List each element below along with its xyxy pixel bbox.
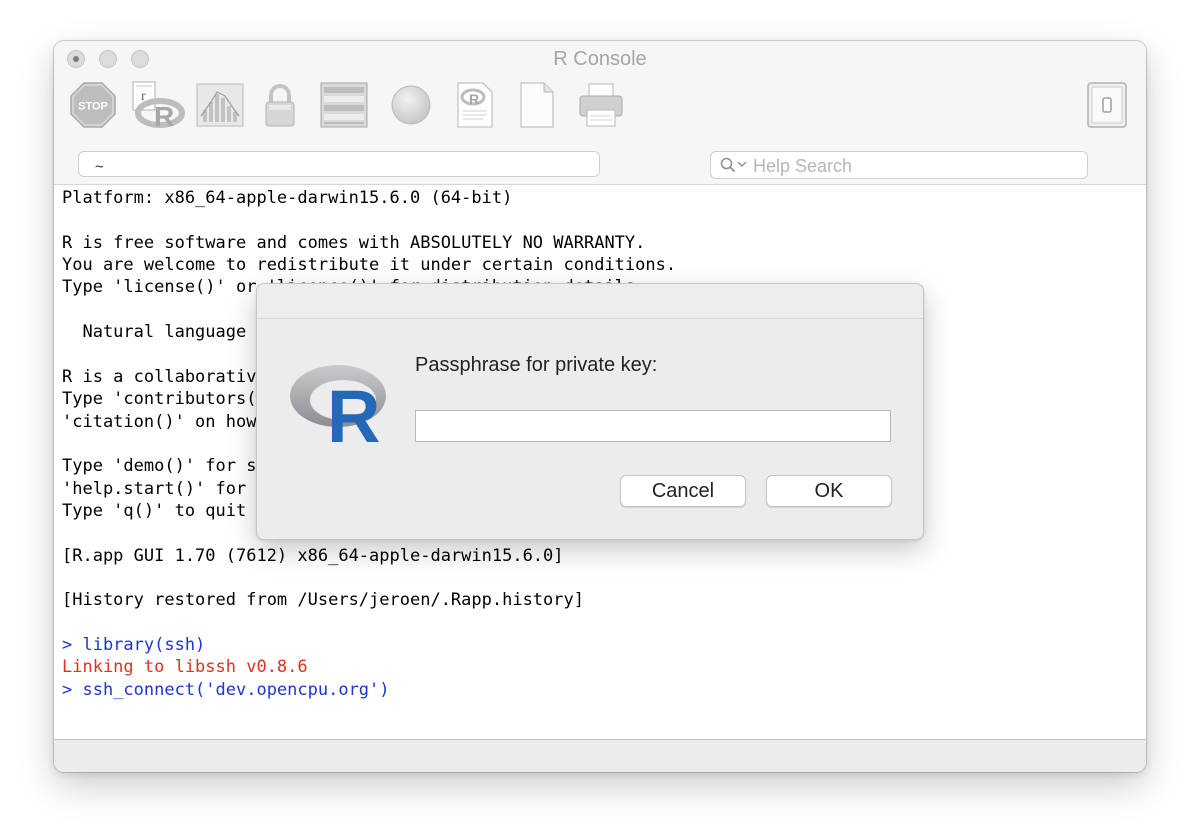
- search-icon: [720, 157, 736, 173]
- source-script-icon: r R: [132, 81, 185, 130]
- titlebar: R Console STOP r R R ~ Help Search: [54, 41, 1146, 185]
- workspace-browser-icon: [320, 82, 368, 128]
- chevron-down-icon: [737, 161, 747, 167]
- print-icon: [579, 83, 623, 127]
- console-line: 'help.start()' for: [62, 478, 247, 499]
- console-line: Platform: x86_64-apple-darwin15.6.0 (64-…: [62, 188, 513, 208]
- console-line: You are welcome to redistribute it under…: [62, 255, 677, 276]
- stop-button[interactable]: STOP: [68, 79, 118, 131]
- new-document-icon: [520, 82, 554, 128]
- new-document-button[interactable]: [516, 79, 558, 131]
- ok-button[interactable]: OK: [766, 475, 892, 507]
- console-line: > library(ssh): [62, 635, 206, 655]
- status-bar: [54, 739, 1146, 772]
- stop-icon: STOP: [70, 82, 116, 128]
- help-document-icon: R: [457, 82, 493, 128]
- working-directory-field[interactable]: [78, 151, 600, 177]
- svg-text:R: R: [154, 101, 174, 130]
- help-search-box[interactable]: [710, 151, 1088, 179]
- circle-icon: [391, 85, 431, 125]
- console-line: Natural language: [62, 322, 247, 343]
- help-search-input[interactable]: [751, 154, 1075, 178]
- quartz-graphics-icon: [196, 83, 244, 127]
- console-line: Type 'q()' to quit: [62, 500, 247, 521]
- console-line: [R.app GUI 1.70 (7612) x86_64-apple-darw…: [62, 545, 564, 566]
- console-line: 'citation()' on how: [62, 411, 257, 432]
- console-line: Type 'contributors(: [62, 389, 257, 410]
- console-line: [History restored from /Users/jeroen/.Ra…: [62, 590, 584, 611]
- circle-button[interactable]: [388, 79, 434, 131]
- console-line: Type 'demo()' for s: [62, 456, 257, 477]
- svg-text:STOP: STOP: [78, 101, 108, 113]
- drawer-toggle-icon: [1087, 82, 1127, 128]
- print-button[interactable]: [576, 79, 626, 131]
- cancel-button[interactable]: Cancel: [620, 475, 746, 507]
- passphrase-input[interactable]: [415, 410, 891, 442]
- console-line: > ssh_connect('dev.opencpu.org'): [62, 679, 390, 700]
- svg-text:R: R: [469, 91, 479, 107]
- window-title: R Console: [553, 48, 647, 70]
- r-logo-icon: R: [290, 365, 386, 444]
- quartz-graphics-button[interactable]: [194, 79, 246, 131]
- svg-text:R: R: [327, 375, 380, 444]
- console-line: R is free software and comes with ABSOLU…: [62, 232, 646, 253]
- source-script-button[interactable]: r R: [130, 79, 186, 131]
- passphrase-prompt: Passphrase for private key:: [415, 354, 658, 376]
- dialog-header-strip: [257, 284, 923, 319]
- workspace-browser-button[interactable]: [318, 79, 370, 131]
- help-document-button[interactable]: R: [452, 79, 498, 131]
- authentication-lock-button[interactable]: [260, 79, 300, 131]
- console-line: R is a collaborativ: [62, 366, 257, 387]
- console-line: Linking to libssh v0.8.6: [62, 657, 308, 678]
- lock-icon: [265, 84, 295, 127]
- drawer-toggle-button[interactable]: [1084, 79, 1130, 131]
- passphrase-dialog: R Passphrase for private key: Cancel OK: [256, 283, 924, 540]
